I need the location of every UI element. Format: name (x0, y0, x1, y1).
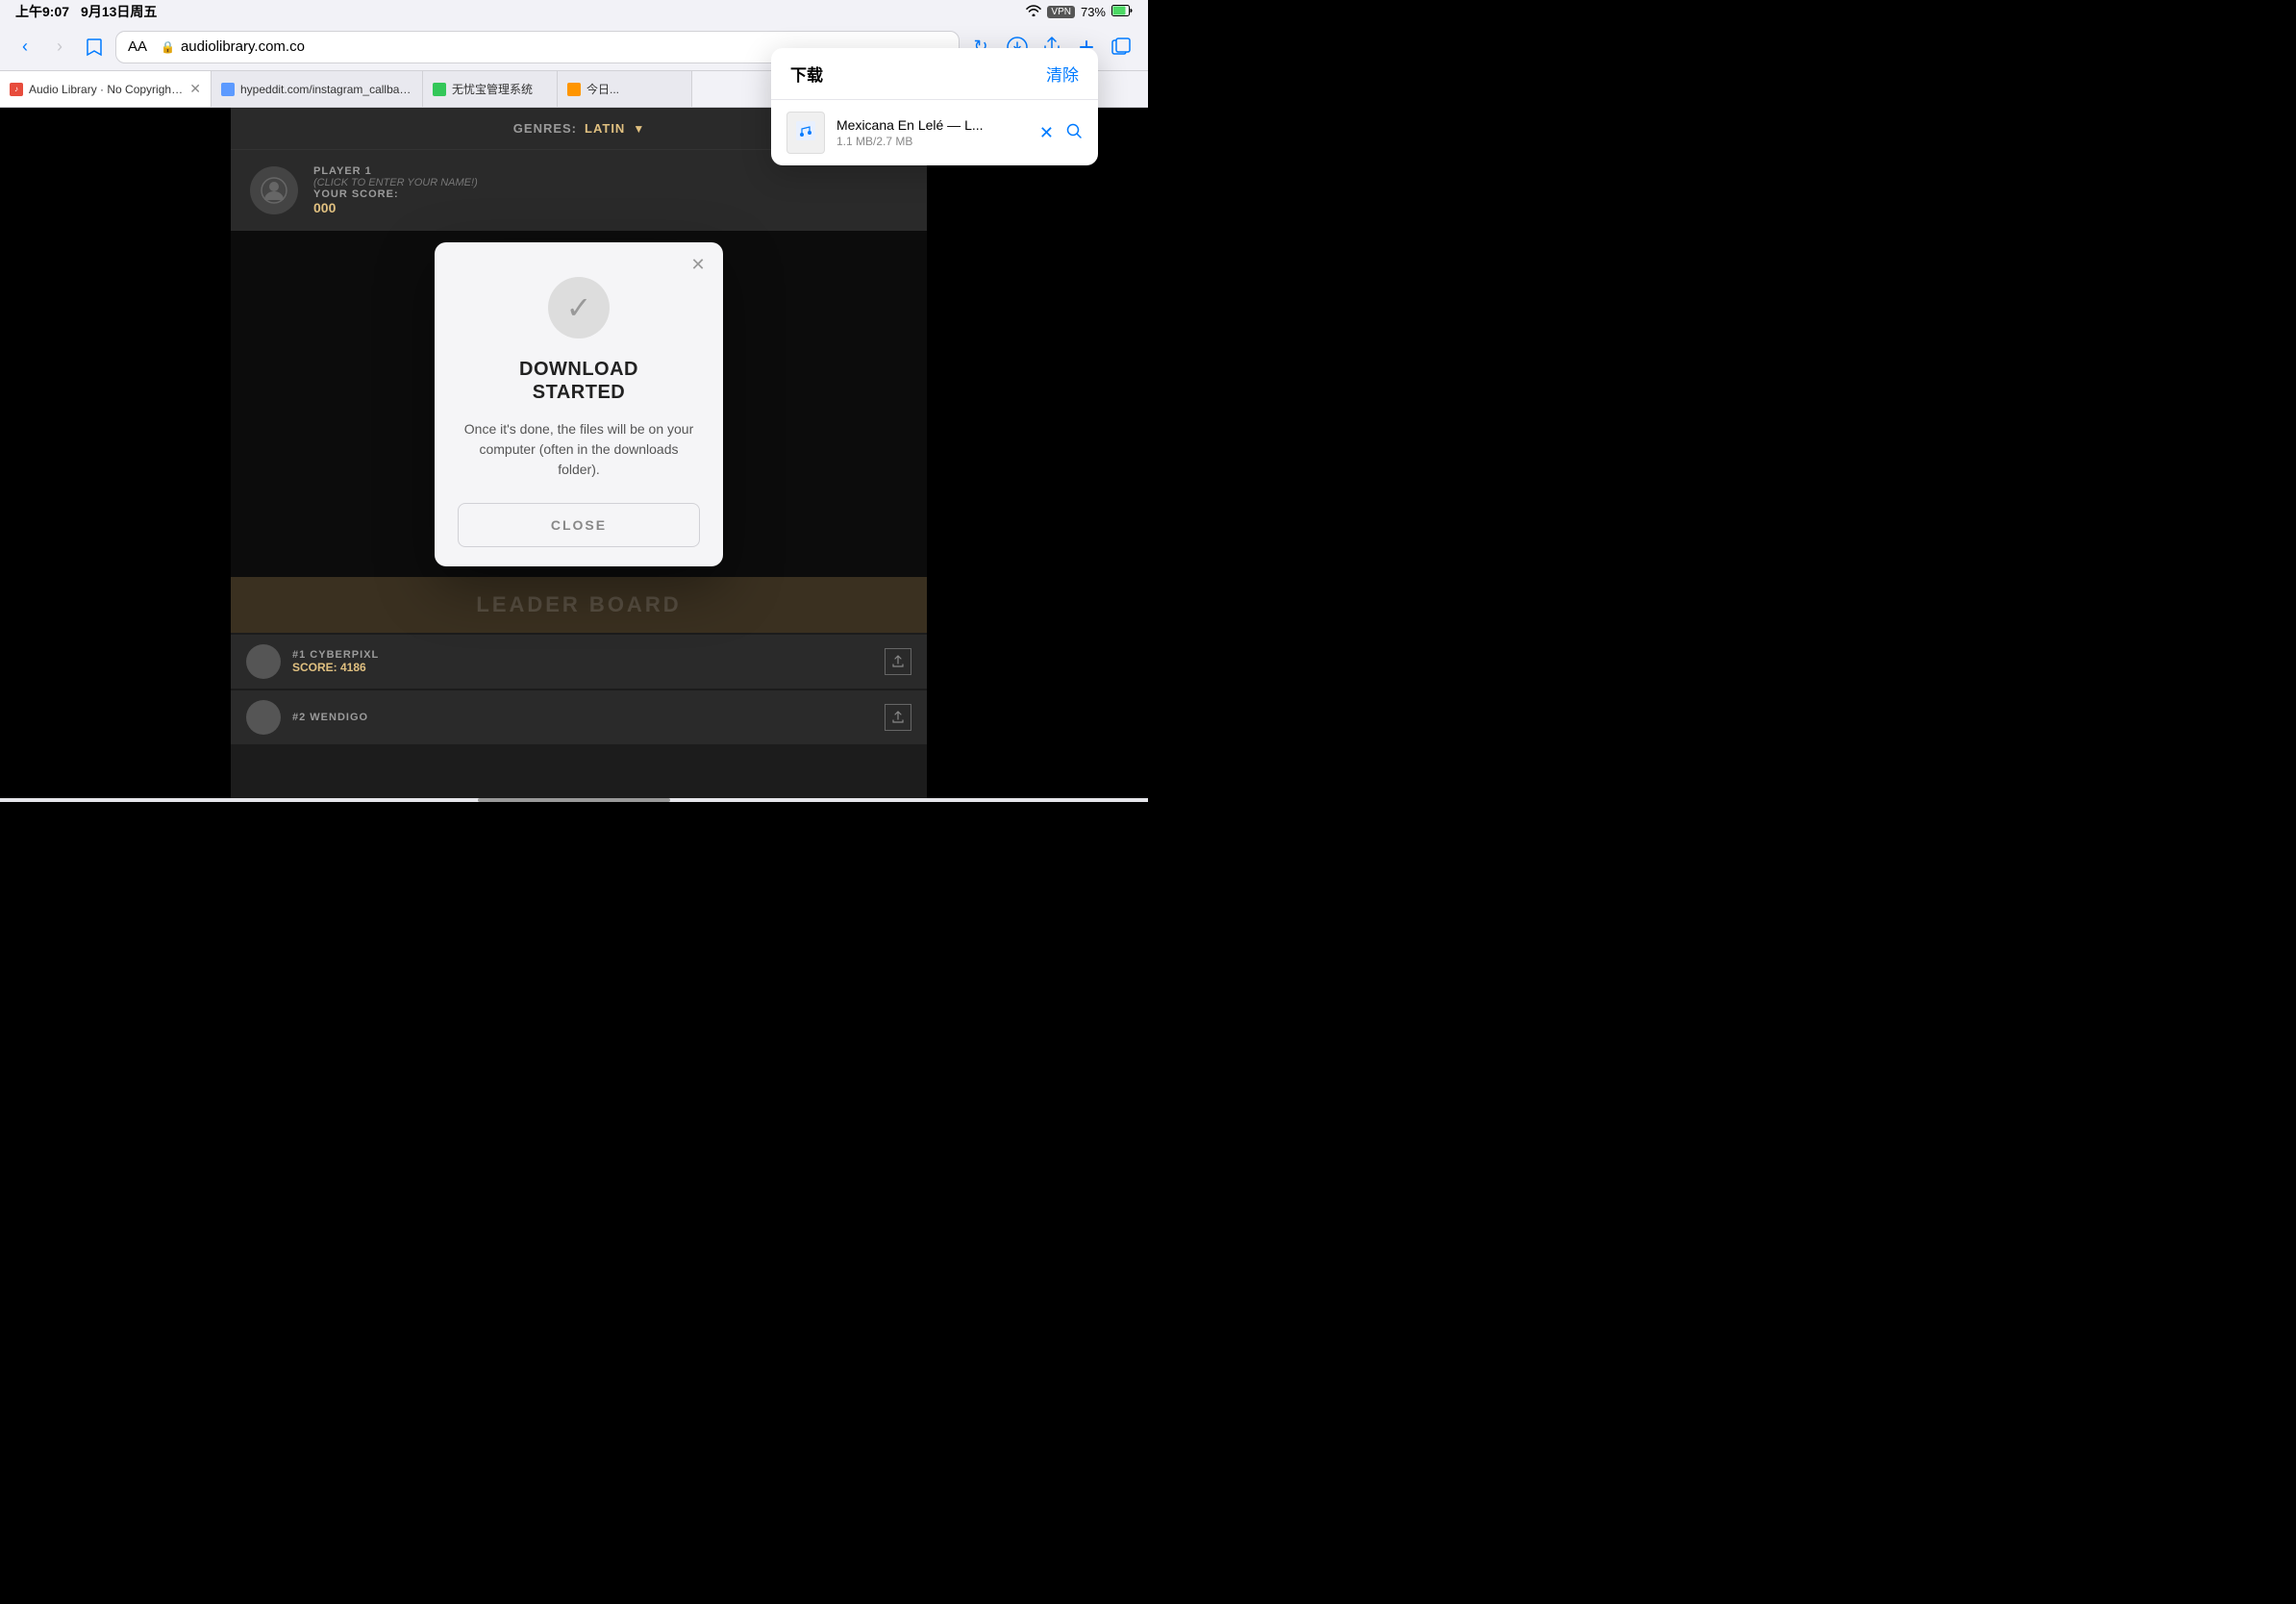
bookmarks-button[interactable] (81, 34, 108, 61)
wifi-icon (1026, 5, 1041, 19)
status-time: 上午9:07 (15, 2, 69, 21)
close-button[interactable]: CLOSE (458, 503, 700, 547)
tab-wuyubao[interactable]: 无忧宝管理系统 (423, 71, 558, 107)
lb-score-1: SCORE: 4186 (292, 661, 873, 674)
lb-share-1[interactable] (885, 648, 911, 675)
lb-info-1: #1 CYBERPIXL SCORE: 4186 (292, 649, 873, 674)
modal-overlay: ✕ ✓ DOWNLOADSTARTED Once it's done, the … (231, 231, 927, 577)
player-avatar (250, 166, 298, 214)
player-score-label: YOUR SCORE: (313, 188, 908, 200)
battery-icon (1111, 5, 1133, 19)
download-panel-title: 下载 (790, 62, 823, 86)
player-score: 000 (313, 200, 908, 215)
download-file-icon (786, 112, 825, 154)
download-panel: 下载 清除 Mexicana En Lelé — L... 1.1 MB/2.7… (771, 48, 1098, 165)
tab-label-3: 无忧宝管理系统 (452, 81, 533, 97)
lock-icon: 🔒 (161, 40, 175, 54)
lb-avatar-1 (246, 644, 281, 679)
leaderboard-row-2: #2 WENDIGO (231, 690, 927, 744)
genres-dropdown-icon[interactable]: ▼ (633, 122, 644, 136)
check-circle: ✓ (548, 277, 610, 338)
lb-rank-2: #2 WENDIGO (292, 712, 873, 723)
download-find-button[interactable] (1065, 122, 1083, 144)
download-item: Mexicana En Lelé — L... 1.1 MB/2.7 MB ✕ (771, 100, 1098, 165)
forward-button[interactable]: › (46, 34, 73, 61)
modal-body: ✓ DOWNLOADSTARTED Once it's done, the fi… (435, 242, 723, 566)
status-bar-left: 上午9:07 9月13日周五 (15, 2, 157, 21)
vpn-badge: VPN (1047, 6, 1075, 18)
lb-info-2: #2 WENDIGO (292, 712, 873, 723)
lb-share-2[interactable] (885, 704, 911, 731)
download-panel-clear-button[interactable]: 清除 (1046, 62, 1079, 86)
tab-hypeddit[interactable]: hypeddit.com/instagram_callback... (212, 71, 423, 107)
tab-favicon-1: ♪ (10, 83, 23, 96)
tab-label-2: hypeddit.com/instagram_callback... (240, 83, 412, 96)
genres-label: GENRES: (513, 121, 577, 136)
watermark: 头条 @数码小哥的哥哥 (942, 752, 1129, 783)
player-label: PLAYER 1 (313, 165, 908, 177)
watermark-handle: @数码小哥的哥哥 (990, 755, 1129, 780)
right-overlay (927, 108, 1148, 802)
tab-audio-library[interactable]: ♪ Audio Library · No Copyright M... ✕ (0, 71, 212, 107)
lb-avatar-2 (246, 700, 281, 735)
tab-close-1[interactable]: ✕ (189, 81, 201, 97)
audio-file-icon (795, 120, 816, 146)
status-date: 9月13日周五 (81, 2, 157, 21)
download-cancel-button[interactable]: ✕ (1039, 123, 1054, 143)
download-panel-header: 下载 清除 (771, 48, 1098, 100)
player-name[interactable]: (CLICK TO ENTER YOUR NAME!) (313, 177, 908, 188)
content-area: GENRES: LATIN ▼ PLAYER 1 (CLICK TO ENTER… (0, 108, 1148, 802)
leaderboard-title: LEADER BOARD (246, 592, 911, 617)
checkmark-icon: ✓ (566, 289, 592, 326)
lb-rank-1: #1 CYBERPIXL (292, 649, 873, 661)
tab-label-4: 今日... (586, 81, 619, 97)
watermark-app-name: 头条 (942, 752, 985, 783)
download-item-size: 1.1 MB/2.7 MB (836, 135, 1028, 148)
left-overlay (0, 108, 231, 802)
leaderboard-row-1: #1 CYBERPIXL SCORE: 4186 (231, 635, 927, 689)
tab-favicon-3 (433, 83, 446, 96)
website-content: GENRES: LATIN ▼ PLAYER 1 (CLICK TO ENTER… (231, 108, 927, 802)
tab-switcher-button[interactable] (1106, 32, 1136, 63)
tab-label-1: Audio Library · No Copyright M... (29, 83, 184, 96)
tab-favicon-2 (221, 83, 235, 96)
modal-close-button[interactable]: ✕ (686, 254, 710, 277)
url-text: audiolibrary.com.co (181, 38, 305, 55)
download-item-actions: ✕ (1039, 122, 1083, 144)
tab-today[interactable]: 今日... (558, 71, 692, 107)
download-modal: ✕ ✓ DOWNLOADSTARTED Once it's done, the … (435, 242, 723, 566)
scroll-bar (0, 798, 1148, 802)
download-item-name: Mexicana En Lelé — L... (836, 117, 1028, 133)
back-button[interactable]: ‹ (12, 34, 38, 61)
modal-description: Once it's done, the files will be on you… (458, 419, 700, 480)
genres-value: LATIN (585, 121, 625, 136)
status-bar: 上午9:07 9月13日周五 VPN 73% (0, 0, 1148, 23)
leaderboard-section: LEADER BOARD (231, 577, 927, 633)
status-bar-right: VPN 73% (1026, 5, 1133, 19)
scroll-thumb (478, 798, 670, 802)
tab-favicon-4 (567, 83, 581, 96)
aa-text: AA (128, 38, 147, 55)
modal-title: DOWNLOADSTARTED (458, 358, 700, 404)
download-item-info: Mexicana En Lelé — L... 1.1 MB/2.7 MB (836, 117, 1028, 148)
player-info: PLAYER 1 (CLICK TO ENTER YOUR NAME!) YOU… (313, 165, 908, 215)
battery-percentage: 73% (1081, 5, 1106, 19)
